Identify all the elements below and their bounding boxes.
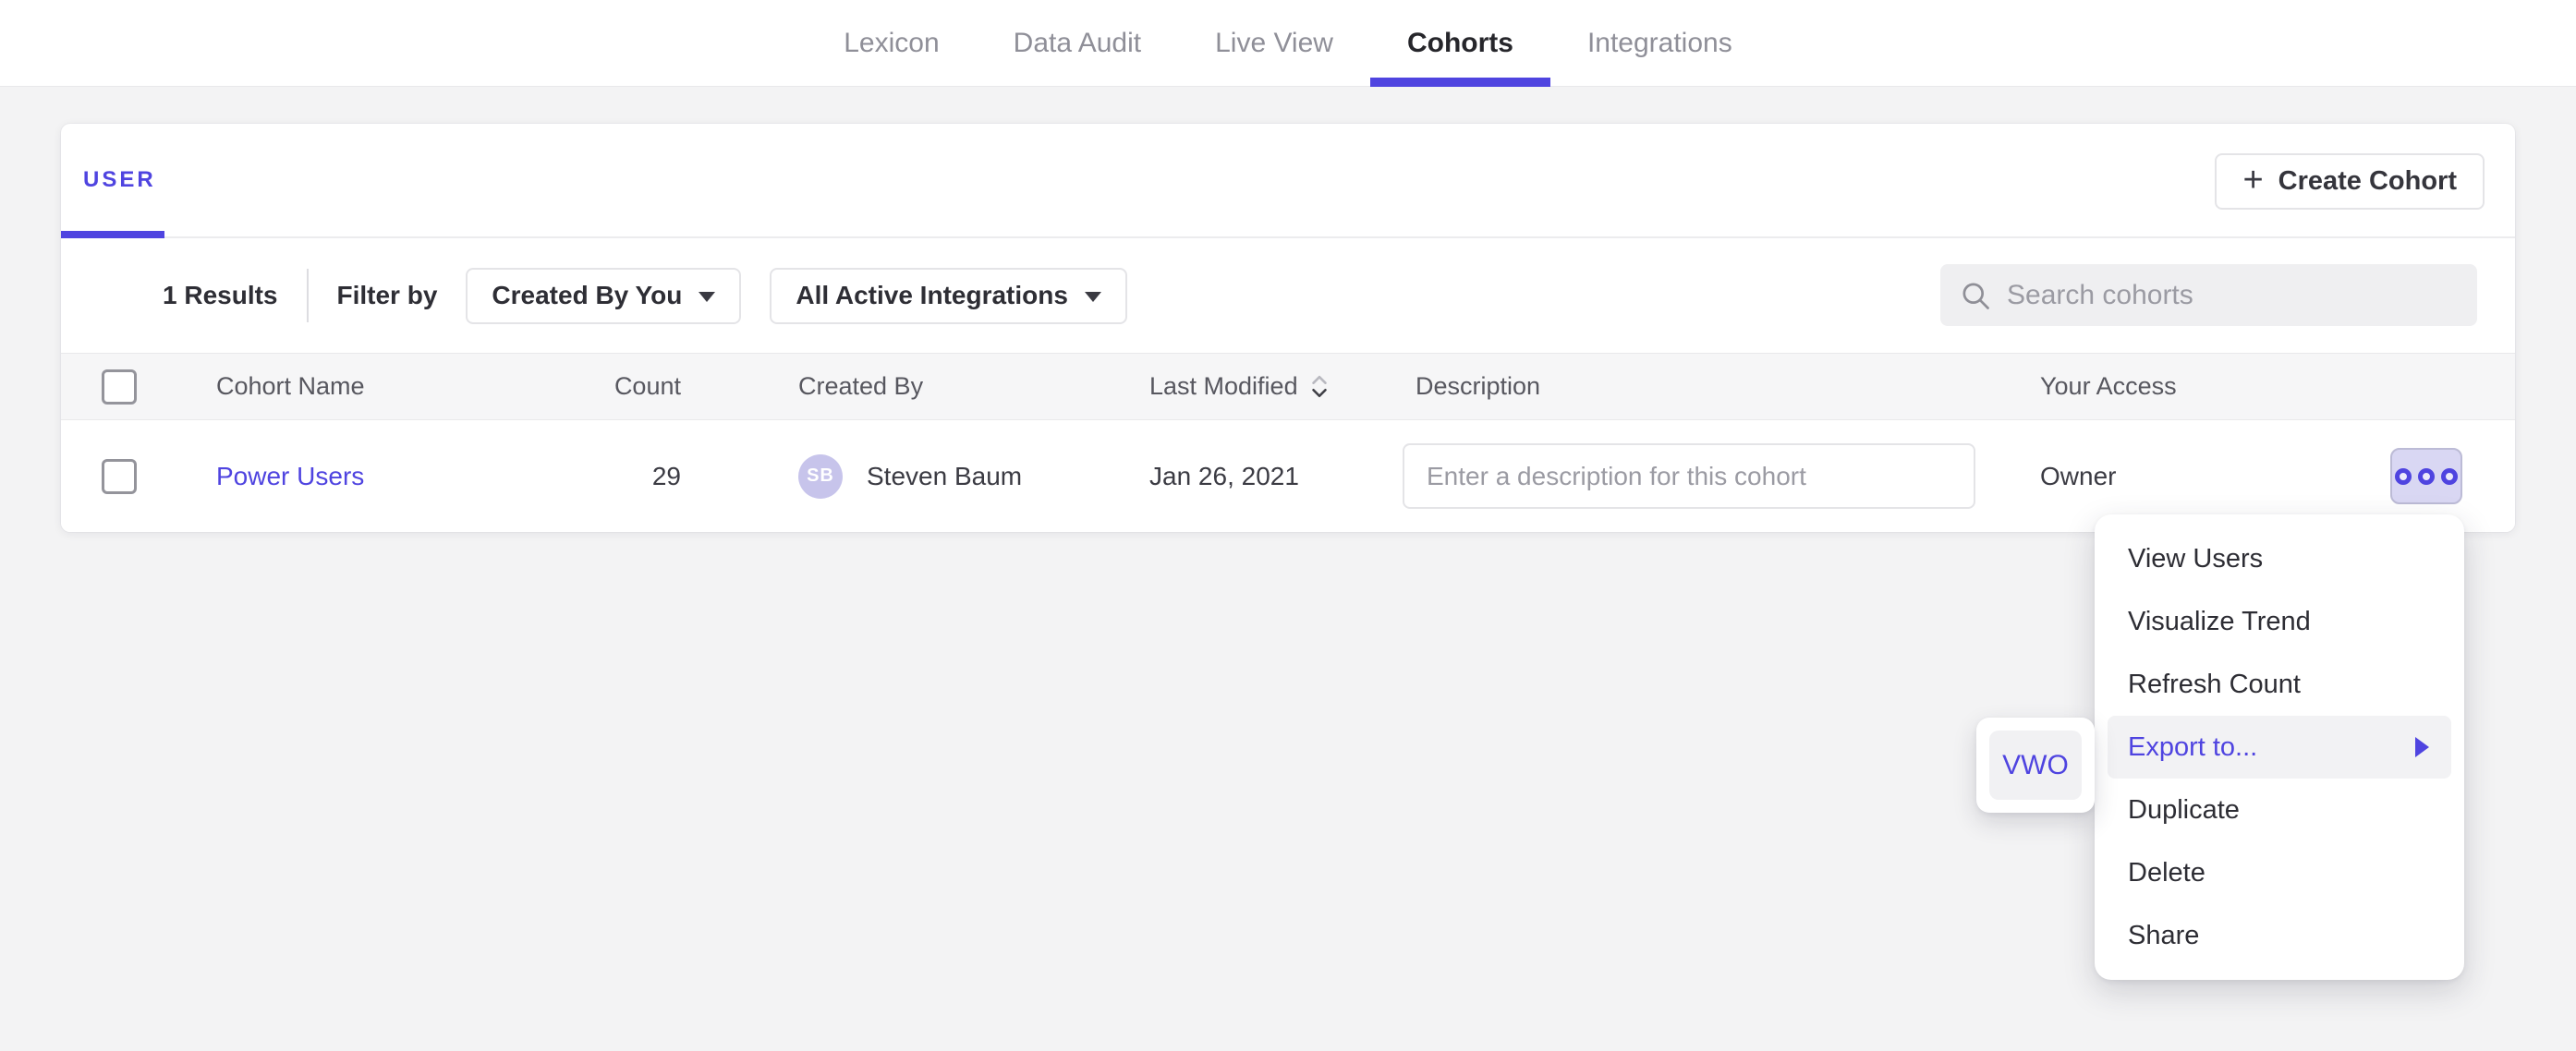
menu-item-duplicate[interactable]: Duplicate xyxy=(2095,779,2464,841)
chevron-down-icon xyxy=(699,292,715,302)
vertical-divider xyxy=(307,269,309,322)
column-header-created-by: Created By xyxy=(685,372,1149,401)
menu-item-export-label: Export to... xyxy=(2128,732,2257,763)
nav-tab-label: Lexicon xyxy=(844,28,939,59)
cohort-name-link[interactable]: Power Users xyxy=(216,462,364,490)
row-checkbox[interactable] xyxy=(102,459,137,494)
created-by-dropdown[interactable]: Created By You xyxy=(466,268,741,324)
top-navigation: Lexicon Data Audit Live View Cohorts Int… xyxy=(0,0,2576,87)
nav-tab-label: Cohorts xyxy=(1407,28,1513,59)
nav-tab-cohorts[interactable]: Cohorts xyxy=(1370,0,1550,87)
tab-user[interactable]: USER xyxy=(61,124,156,236)
nav-tab-label: Data Audit xyxy=(1014,28,1141,59)
row-actions-menu: View Users Visualize Trend Refresh Count… xyxy=(2095,514,2464,980)
menu-item-visualize-trend[interactable]: Visualize Trend xyxy=(2095,590,2464,653)
access-level: Owner xyxy=(2040,462,2334,491)
nav-tab-label: Integrations xyxy=(1587,28,1732,59)
cohorts-panel: USER + Create Cohort 1 Results Filter by… xyxy=(61,124,2515,532)
chevron-down-icon xyxy=(1085,292,1101,302)
create-cohort-button[interactable]: + Create Cohort xyxy=(2215,153,2485,210)
last-modified-date: Jan 26, 2021 xyxy=(1149,462,1403,491)
menu-item-export-to[interactable]: Export to... xyxy=(2108,716,2451,779)
menu-item-refresh-count[interactable]: Refresh Count xyxy=(2095,653,2464,716)
select-all-checkbox[interactable] xyxy=(102,369,137,405)
table-header: Cohort Name Count Created By Last Modifi… xyxy=(61,353,2515,420)
results-count: 1 Results xyxy=(163,281,278,310)
nav-tab-label: Live View xyxy=(1215,28,1333,59)
row-actions-button[interactable] xyxy=(2390,448,2462,504)
nav-tab-data-audit[interactable]: Data Audit xyxy=(977,0,1178,87)
search-input[interactable] xyxy=(2007,280,2459,311)
tab-user-underline xyxy=(61,231,164,238)
description-input[interactable] xyxy=(1403,443,1975,509)
submenu-arrow-icon xyxy=(2415,737,2429,757)
cohort-type-tabstrip: USER + Create Cohort xyxy=(61,124,2515,238)
plus-icon: + xyxy=(2242,163,2263,198)
column-header-cohort-name: Cohort Name xyxy=(216,372,546,401)
create-cohort-label: Create Cohort xyxy=(2278,166,2457,197)
column-header-last-modified[interactable]: Last Modified xyxy=(1149,372,1403,401)
nav-tab-integrations[interactable]: Integrations xyxy=(1550,0,1769,87)
menu-item-share[interactable]: Share xyxy=(2095,904,2464,967)
created-by-dropdown-label: Created By You xyxy=(492,281,682,310)
column-header-your-access: Your Access xyxy=(2040,372,2334,401)
submenu-item-vwo[interactable]: VWO xyxy=(1989,731,2082,800)
search-icon xyxy=(1959,279,1992,312)
three-circles-icon xyxy=(2441,468,2458,485)
active-tab-underline xyxy=(1370,78,1550,87)
integrations-dropdown[interactable]: All Active Integrations xyxy=(770,268,1127,324)
nav-tabs: Lexicon Data Audit Live View Cohorts Int… xyxy=(807,0,1768,87)
filter-bar: 1 Results Filter by Created By You All A… xyxy=(61,238,2515,353)
search-cohorts-box[interactable] xyxy=(1940,264,2477,326)
column-header-count: Count xyxy=(546,372,685,401)
filter-by-label: Filter by xyxy=(337,281,438,310)
export-submenu: VWO xyxy=(1976,718,2095,813)
three-circles-icon xyxy=(2395,468,2412,485)
tab-user-label: USER xyxy=(83,167,156,193)
three-circles-icon xyxy=(2418,468,2435,485)
menu-item-delete[interactable]: Delete xyxy=(2095,841,2464,904)
column-header-description: Description xyxy=(1403,372,2040,401)
integrations-dropdown-label: All Active Integrations xyxy=(796,281,1068,310)
menu-item-view-users[interactable]: View Users xyxy=(2095,527,2464,590)
nav-tab-live-view[interactable]: Live View xyxy=(1178,0,1370,87)
cohort-count: 29 xyxy=(546,462,685,491)
nav-tab-lexicon[interactable]: Lexicon xyxy=(807,0,976,87)
created-by-name: Steven Baum xyxy=(867,462,1022,491)
avatar: SB xyxy=(798,454,843,499)
sort-icon[interactable] xyxy=(1307,373,1331,401)
